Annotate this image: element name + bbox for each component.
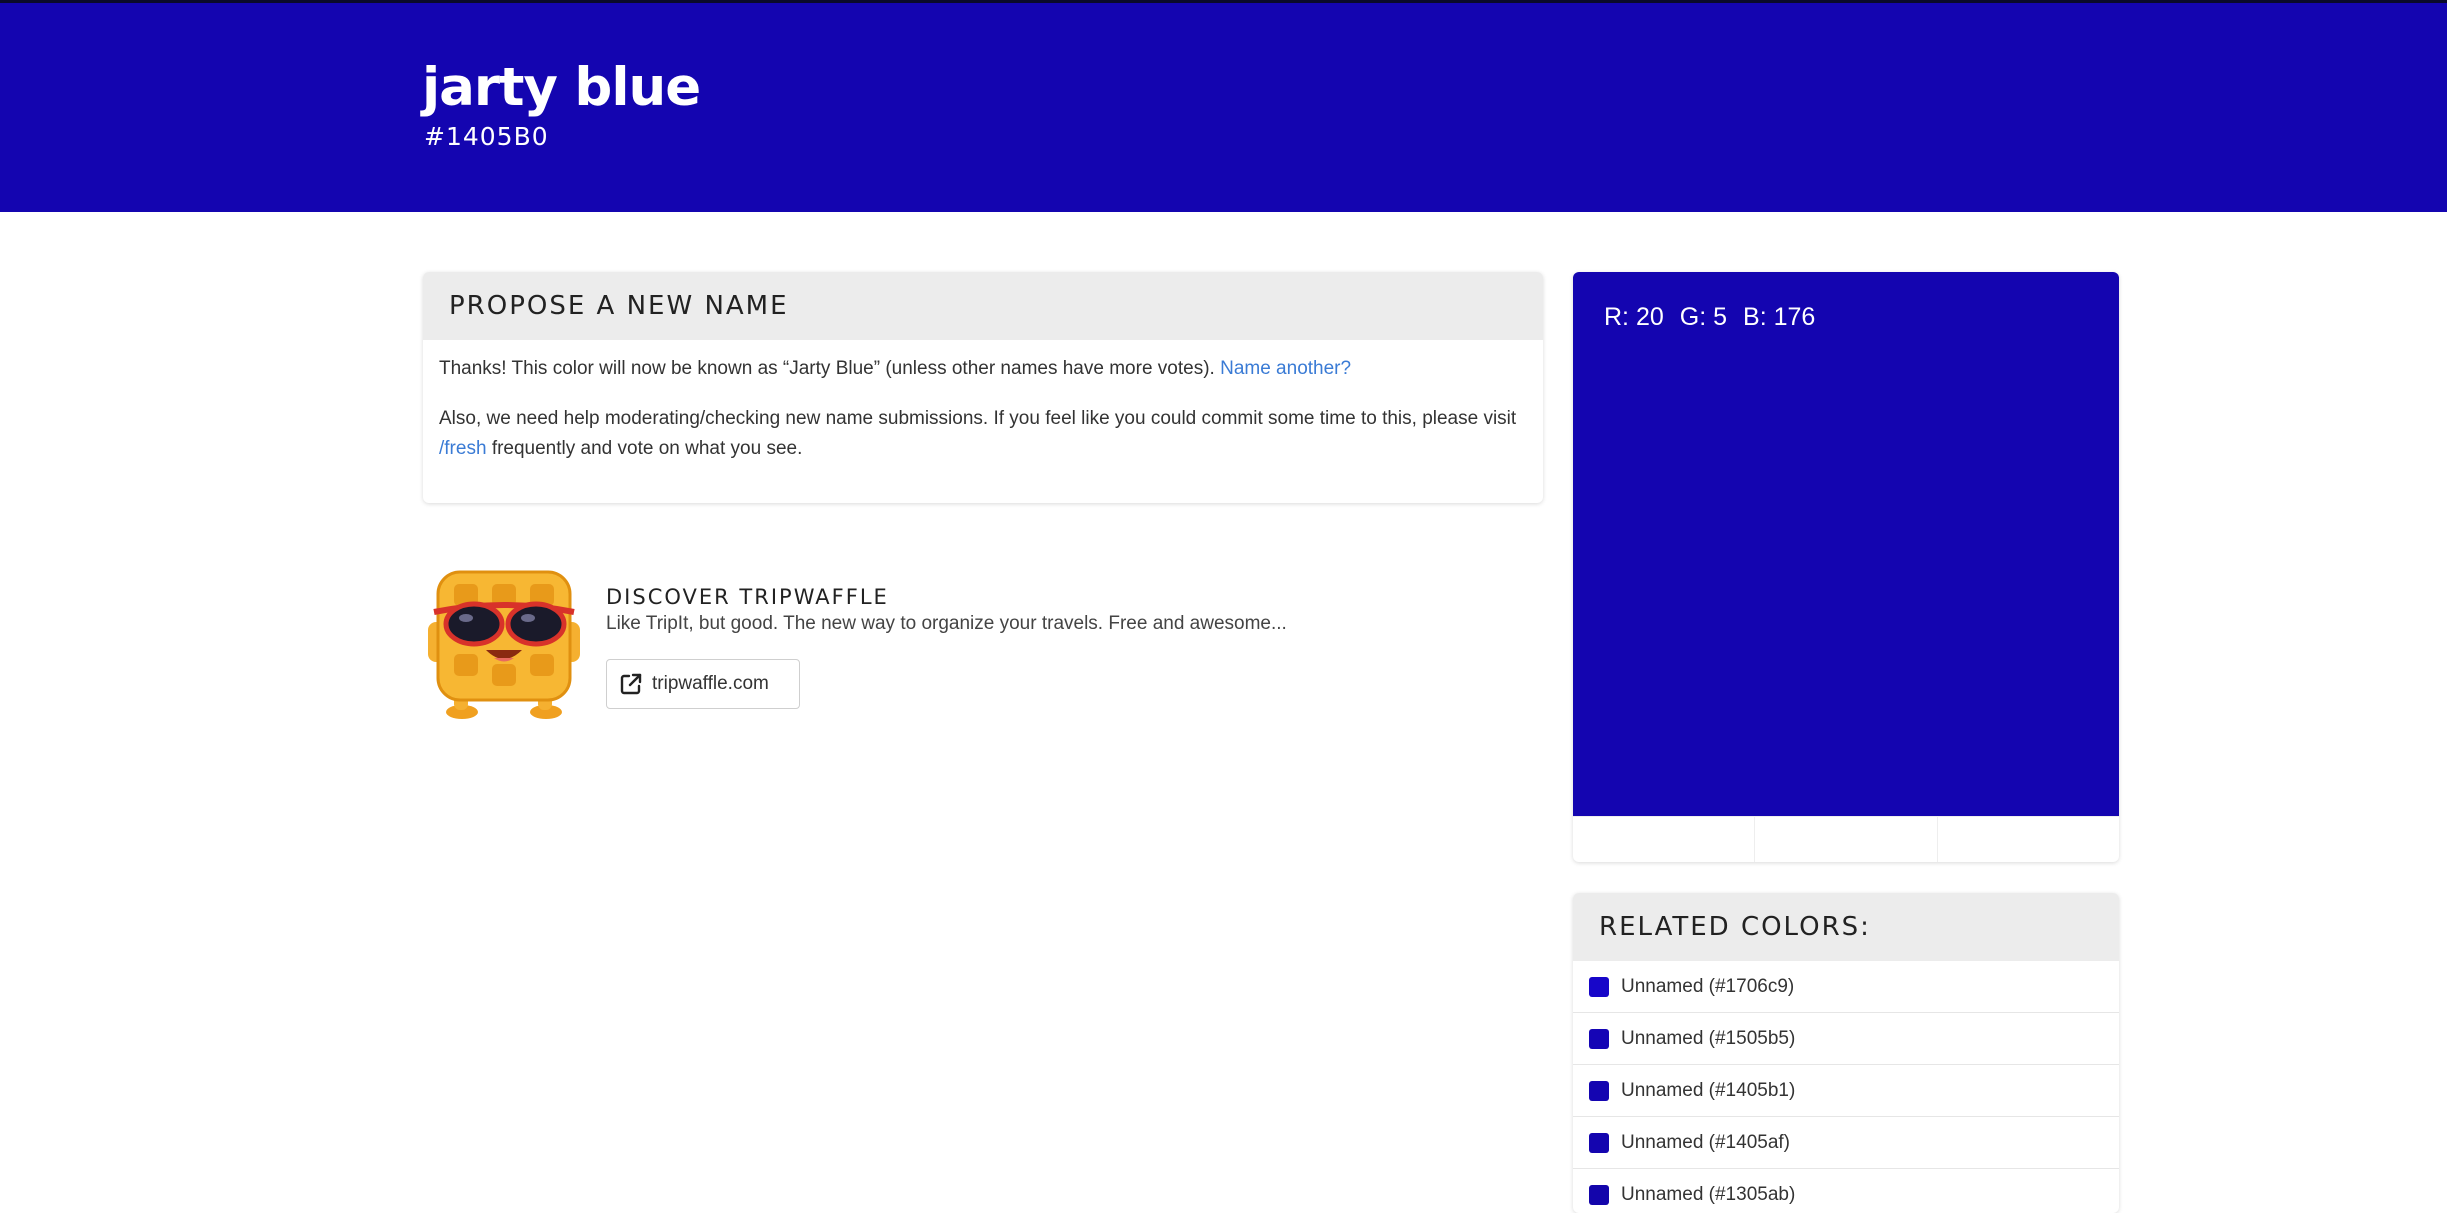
propose-name-heading: PROPOSE A NEW NAME [423, 272, 1543, 340]
related-color-swatch [1589, 976, 1609, 997]
thanks-text: Thanks! This color will now be known as … [439, 358, 1215, 379]
rgb-green-value: G: 5 [1679, 303, 1728, 331]
discover-title: DISCOVER TRIPWAFFLE [606, 585, 889, 609]
related-color-label: Unnamed (#1706c9) [1621, 975, 1795, 997]
related-color-label: Unnamed (#1405b1) [1621, 1079, 1796, 1101]
rgb-blue-value: B: 176 [1743, 303, 1816, 331]
related-color-label: Unnamed (#1405af) [1621, 1131, 1790, 1153]
related-color-item[interactable]: Unnamed (#1405b1) [1573, 1065, 2119, 1117]
related-color-swatch [1589, 1184, 1609, 1205]
propose-name-card: PROPOSE A NEW NAME Thanks! This color wi… [423, 272, 1543, 503]
related-color-item[interactable]: Unnamed (#1305ab) [1573, 1169, 2119, 1213]
related-color-label: Unnamed (#1305ab) [1621, 1183, 1796, 1205]
rgb-values: R: 20 G: 5 B: 176 [1604, 300, 1831, 334]
related-color-item[interactable]: Unnamed (#1405af) [1573, 1117, 2119, 1169]
help-message: Also, we need help moderating/checking n… [439, 404, 1527, 464]
color-swatch-card: R: 20 G: 5 B: 176 [1573, 272, 2119, 862]
related-colors-heading: RELATED COLORS: [1573, 893, 2119, 961]
related-color-swatch [1589, 1028, 1609, 1049]
color-name-title: jarty blue [422, 57, 701, 118]
related-color-item[interactable]: Unnamed (#1706c9) [1573, 961, 2119, 1013]
related-color-swatch [1589, 1080, 1609, 1101]
related-color-item[interactable]: Unnamed (#1505b5) [1573, 1013, 2119, 1065]
color-swatch: R: 20 G: 5 B: 176 [1573, 272, 2119, 816]
color-hex-code: #1405B0 [424, 122, 549, 151]
help-text-before: Also, we need help moderating/checking n… [439, 408, 1517, 429]
propose-name-body: Thanks! This color will now be known as … [423, 340, 1543, 464]
swatch-tab-2[interactable] [1755, 817, 1938, 862]
swatch-footer-tabs [1573, 816, 2119, 862]
discover-description: Like TripIt, but good. The new way to or… [606, 613, 1287, 634]
help-text-after: frequently and vote on what you see. [491, 438, 803, 459]
related-color-swatch [1589, 1132, 1609, 1153]
rgb-red-value: R: 20 [1604, 303, 1664, 331]
thanks-message: Thanks! This color will now be known as … [439, 354, 1527, 384]
related-color-label: Unnamed (#1505b5) [1621, 1027, 1796, 1049]
tripwaffle-button-label: tripwaffle.com [652, 673, 769, 694]
tripwaffle-button[interactable]: tripwaffle.com [606, 659, 800, 709]
swatch-tab-1[interactable] [1573, 817, 1756, 862]
name-another-link[interactable]: Name another? [1220, 358, 1351, 379]
related-colors-card: RELATED COLORS: Unnamed (#1706c9) Unname… [1573, 893, 2119, 1213]
waffle-mascot-icon [428, 570, 580, 719]
swatch-tab-3[interactable] [1938, 817, 2119, 862]
color-hero-banner: jarty blue #1405B0 [0, 3, 2447, 212]
fresh-link[interactable]: /fresh [439, 438, 487, 459]
external-link-icon [620, 673, 642, 695]
